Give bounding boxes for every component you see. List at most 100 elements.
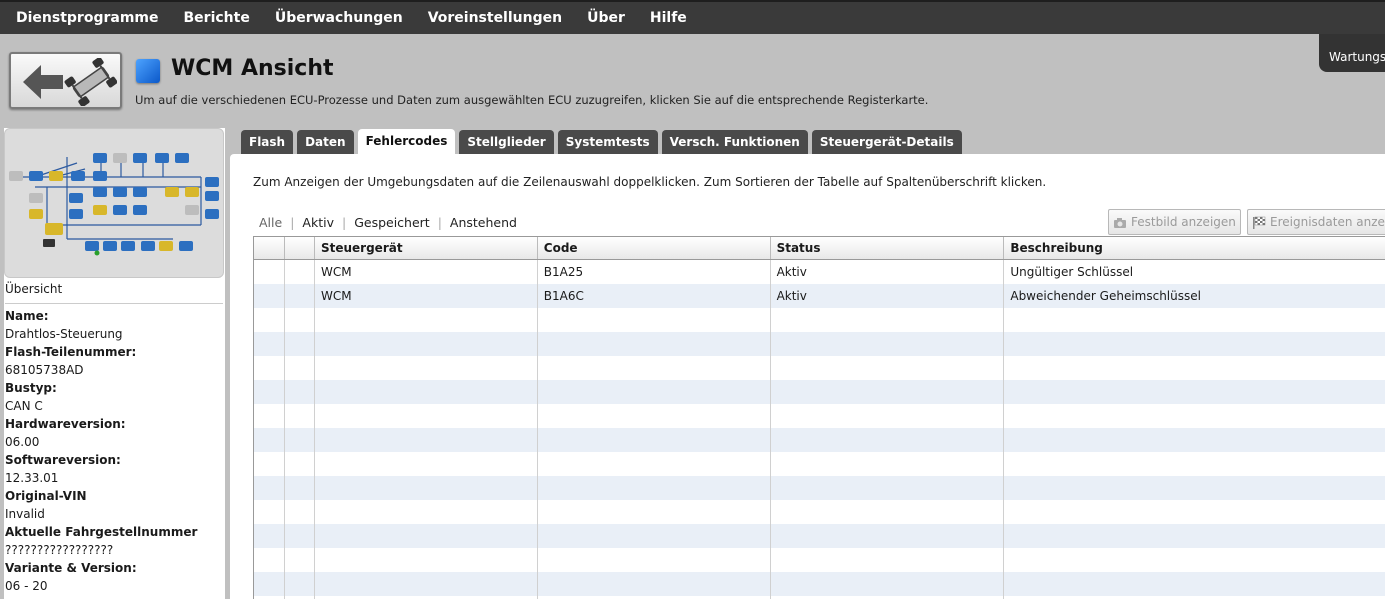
column-header-beschreibung[interactable]: Beschreibung: [1004, 237, 1385, 259]
info-value-flash-part-number: 68105738AD: [5, 363, 84, 377]
info-value-bus-type: CAN C: [5, 399, 43, 413]
table-row[interactable]: [254, 308, 1385, 332]
beschreibung-cell: [1004, 452, 1385, 476]
table-row[interactable]: WCM B1A6C Aktiv Abweichender Geheimschlüsse…: [254, 284, 1385, 308]
flag-cell: [285, 356, 315, 380]
table-row[interactable]: [254, 404, 1385, 428]
steuergeraet-cell: [315, 356, 538, 380]
flag-cell: [285, 404, 315, 428]
flag-cell: [285, 284, 315, 308]
tab-stellglieder[interactable]: Stellglieder: [459, 130, 554, 154]
steuergeraet-cell: [315, 548, 538, 572]
column-header-code[interactable]: Code: [538, 237, 771, 259]
column-header-flag[interactable]: [285, 237, 315, 259]
info-value-hardware-version: 06.00: [5, 435, 40, 449]
info-label-hardware-version: Hardwareversion:: [5, 417, 126, 431]
table-row[interactable]: WCM B1A25 Aktiv Ungültiger Schlüssel: [254, 260, 1385, 284]
beschreibung-cell: [1004, 524, 1385, 548]
select-cell: [254, 524, 285, 548]
info-value-name: Drahtlos-Steuerung: [5, 327, 123, 341]
tab-fehlercodes[interactable]: Fehlercodes: [357, 129, 456, 155]
status-cell: [771, 476, 1005, 500]
code-cell: [538, 356, 771, 380]
info-label-current-vin: Aktuelle Fahrgestellnummer: [5, 525, 198, 539]
page-title: WCM Ansicht: [171, 56, 334, 81]
beschreibung-cell: [1004, 380, 1385, 404]
steuergeraet-cell: [315, 308, 538, 332]
flag-cell: [285, 500, 315, 524]
freeze-frame-button[interactable]: Festbild anzeigen: [1108, 209, 1241, 235]
menu-berichte[interactable]: Berichte: [184, 10, 250, 26]
table-row[interactable]: [254, 356, 1385, 380]
filter-alle[interactable]: Alle: [259, 215, 282, 230]
maintenance-tab[interactable]: Wartungsi: [1319, 34, 1385, 72]
filter-aktiv[interactable]: Aktiv: [302, 215, 334, 230]
status-cell: Aktiv: [771, 284, 1005, 308]
table-row[interactable]: [254, 572, 1385, 596]
table-row[interactable]: [254, 548, 1385, 572]
filter-anstehend[interactable]: Anstehend: [450, 215, 517, 230]
tab-systemtests[interactable]: Systemtests: [557, 130, 658, 154]
code-cell: [538, 380, 771, 404]
steuergeraet-cell: WCM: [315, 284, 538, 308]
page-subtitle: Um auf die verschiedenen ECU-Prozesse un…: [135, 93, 929, 107]
ecu-icon: [136, 59, 160, 83]
flag-cell: [285, 476, 315, 500]
info-label-original-vin: Original-VIN: [5, 489, 87, 503]
select-cell: [254, 476, 285, 500]
column-header-steuergeraet[interactable]: Steuergerät: [315, 237, 538, 259]
beschreibung-cell: [1004, 548, 1385, 572]
beschreibung-cell: [1004, 476, 1385, 500]
status-cell: [771, 380, 1005, 404]
beschreibung-cell: [1004, 500, 1385, 524]
tab-steuergeraet-details[interactable]: Steuergerät-Details: [811, 130, 962, 154]
steuergeraet-cell: [315, 476, 538, 500]
select-cell: [254, 380, 285, 404]
select-cell: [254, 284, 285, 308]
info-label-flash-part-number: Flash-Teilenummer:: [5, 345, 137, 359]
info-label-name: Name:: [5, 309, 49, 323]
table-row[interactable]: [254, 524, 1385, 548]
column-header-select[interactable]: [254, 237, 285, 259]
back-button[interactable]: [9, 52, 122, 109]
event-data-button[interactable]: Ereignisdaten anzeig: [1247, 209, 1385, 235]
menu-bar: Dienstprogramme Berichte Überwachungen V…: [0, 0, 1385, 34]
steuergeraet-cell: [315, 572, 538, 596]
menu-ueberwachungen[interactable]: Überwachungen: [275, 10, 403, 26]
filter-separator: |: [290, 215, 295, 230]
table-row[interactable]: [254, 380, 1385, 404]
select-cell: [254, 356, 285, 380]
info-value-current-vin: ?????????????????: [5, 543, 114, 557]
steuergeraet-cell: [315, 428, 538, 452]
table-header: Steuergerät Code Status Beschreibung: [254, 237, 1385, 260]
tab-versch-funktionen[interactable]: Versch. Funktionen: [661, 130, 808, 154]
tab-daten[interactable]: Daten: [297, 130, 354, 154]
select-cell: [254, 572, 285, 596]
menu-ueber[interactable]: Über: [587, 10, 625, 26]
menu-dienstprogramme[interactable]: Dienstprogramme: [16, 10, 159, 26]
select-cell: [254, 452, 285, 476]
status-cell: [771, 524, 1005, 548]
table-row[interactable]: [254, 476, 1385, 500]
table-row[interactable]: [254, 452, 1385, 476]
table-row[interactable]: [254, 332, 1385, 356]
table-row[interactable]: [254, 428, 1385, 452]
select-cell: [254, 308, 285, 332]
menu-voreinstellungen[interactable]: Voreinstellungen: [428, 10, 562, 26]
select-cell: [254, 500, 285, 524]
status-cell: [771, 548, 1005, 572]
status-cell: [771, 308, 1005, 332]
status-cell: [771, 452, 1005, 476]
code-cell: [538, 572, 771, 596]
overview-label: Übersicht: [5, 282, 63, 296]
table-row[interactable]: [254, 500, 1385, 524]
filter-gespeichert[interactable]: Gespeichert: [354, 215, 430, 230]
select-cell: [254, 548, 285, 572]
network-topology-diagram[interactable]: [4, 128, 224, 278]
column-header-status[interactable]: Status: [771, 237, 1005, 259]
status-cell: [771, 500, 1005, 524]
ecu-tabs: Flash Daten Fehlercodes Stellglieder Sys…: [241, 129, 966, 155]
menu-hilfe[interactable]: Hilfe: [650, 10, 687, 26]
beschreibung-cell: [1004, 404, 1385, 428]
tab-flash[interactable]: Flash: [241, 130, 294, 154]
